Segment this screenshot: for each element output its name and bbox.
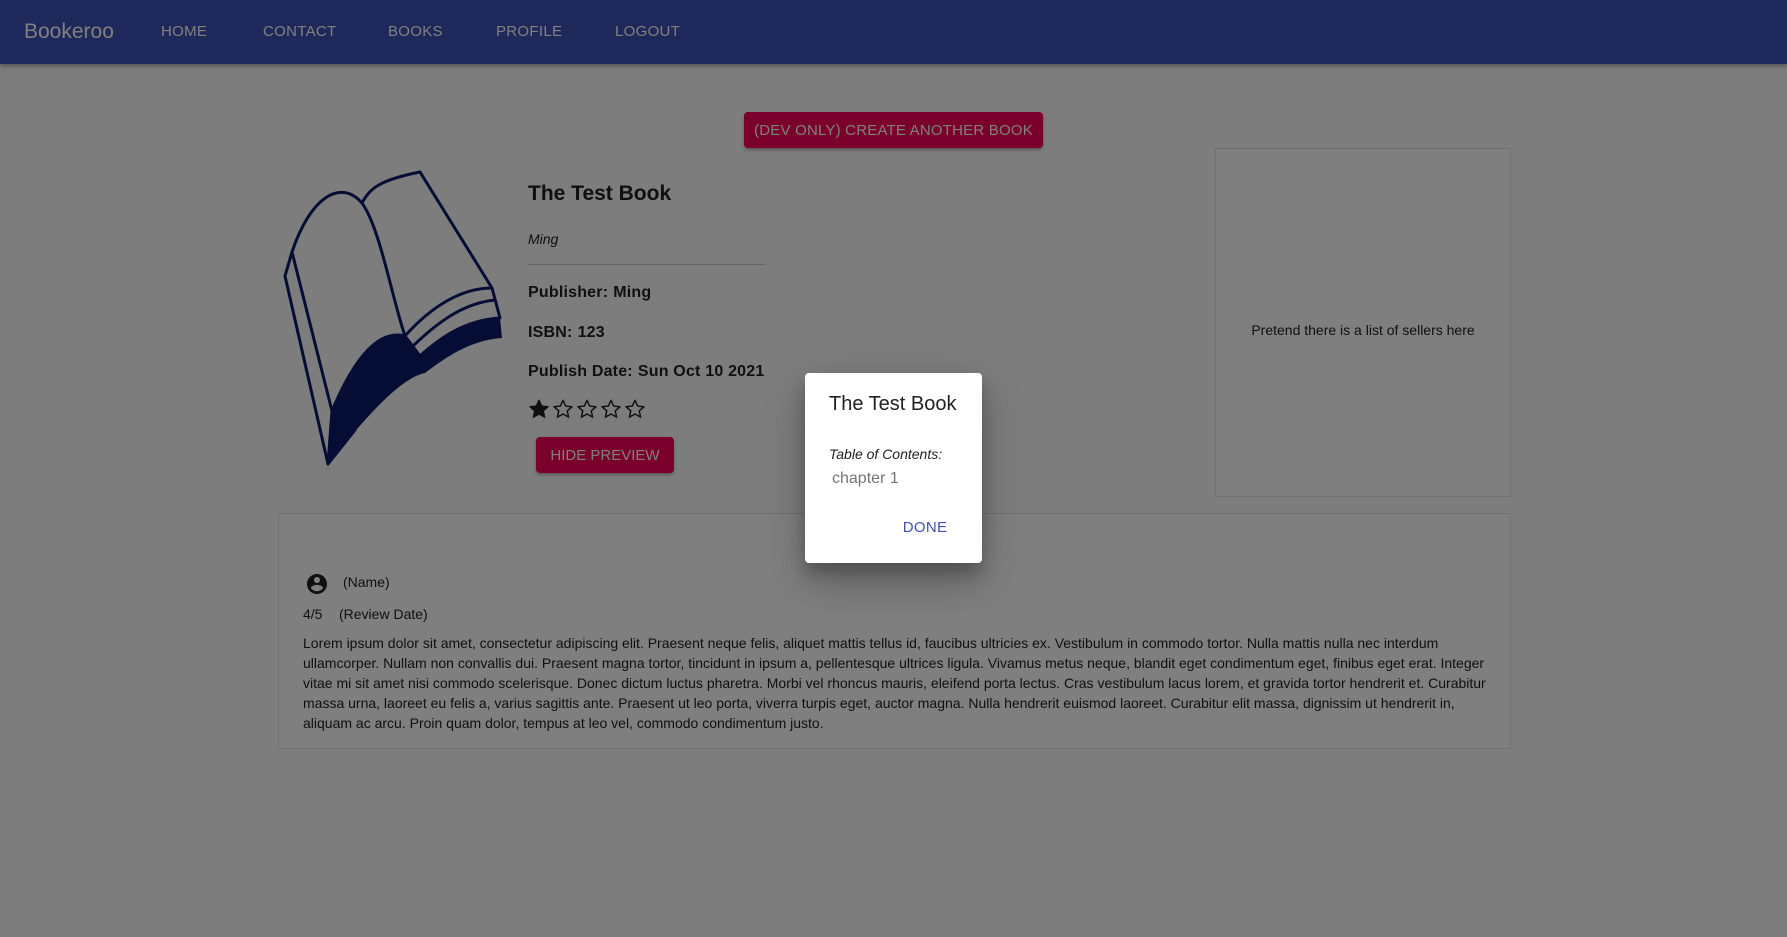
dialog-title: The Test Book	[829, 393, 957, 415]
table-of-contents-dialog: The Test Book Table of Contents: chapter…	[805, 373, 982, 563]
toc-label: Table of Contents:	[829, 446, 943, 462]
toc-item: chapter 1	[832, 470, 899, 487]
done-button[interactable]: DONE	[886, 509, 964, 545]
